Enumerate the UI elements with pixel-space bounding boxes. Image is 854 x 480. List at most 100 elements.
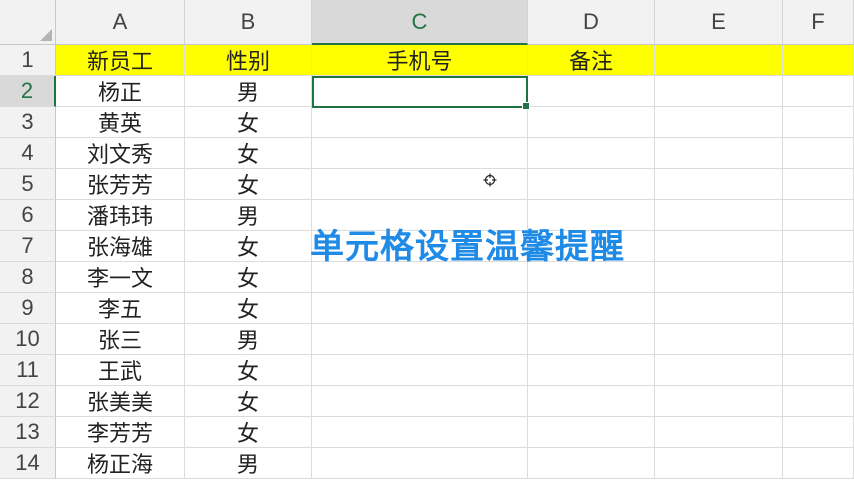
cell-b9[interactable]: 女 <box>185 293 312 324</box>
cell-d1[interactable]: 备注 <box>528 45 655 76</box>
row-header-4[interactable]: 4 <box>0 138 56 169</box>
cell-c14[interactable] <box>312 448 528 479</box>
cell-c3[interactable] <box>312 107 528 138</box>
column-header-b[interactable]: B <box>185 0 312 45</box>
row-header-1[interactable]: 1 <box>0 45 56 76</box>
cell-d9[interactable] <box>528 293 655 324</box>
cell-c13[interactable] <box>312 417 528 448</box>
cell-d3[interactable] <box>528 107 655 138</box>
cell-d5[interactable] <box>528 169 655 200</box>
active-cell-outline[interactable] <box>312 76 530 110</box>
column-header-a[interactable]: A <box>56 0 185 45</box>
cell-e13[interactable] <box>655 417 783 448</box>
cell-b8[interactable]: 女 <box>185 262 312 293</box>
cell-b3[interactable]: 女 <box>185 107 312 138</box>
row-header-9[interactable]: 9 <box>0 293 56 324</box>
cell-e7[interactable] <box>655 231 783 262</box>
cell-f12[interactable] <box>783 386 854 417</box>
cell-d13[interactable] <box>528 417 655 448</box>
column-header-c[interactable]: C <box>312 0 528 45</box>
cell-a7[interactable]: 张海雄 <box>56 231 185 262</box>
cell-f4[interactable] <box>783 138 854 169</box>
cell-a2[interactable]: 杨正 <box>56 76 185 107</box>
cell-f10[interactable] <box>783 324 854 355</box>
cell-e9[interactable] <box>655 293 783 324</box>
cell-b6[interactable]: 男 <box>185 200 312 231</box>
cell-f7[interactable] <box>783 231 854 262</box>
cell-b4[interactable]: 女 <box>185 138 312 169</box>
cell-e14[interactable] <box>655 448 783 479</box>
row-header-14[interactable]: 14 <box>0 448 56 479</box>
cell-f5[interactable] <box>783 169 854 200</box>
cell-f3[interactable] <box>783 107 854 138</box>
cell-d4[interactable] <box>528 138 655 169</box>
column-header-d[interactable]: D <box>528 0 655 45</box>
cell-b10[interactable]: 男 <box>185 324 312 355</box>
cell-e6[interactable] <box>655 200 783 231</box>
cell-e11[interactable] <box>655 355 783 386</box>
row-header-10[interactable]: 10 <box>0 324 56 355</box>
row-header-6[interactable]: 6 <box>0 200 56 231</box>
cell-a9[interactable]: 李五 <box>56 293 185 324</box>
cell-a10[interactable]: 张三 <box>56 324 185 355</box>
cell-a8[interactable]: 李一文 <box>56 262 185 293</box>
cell-e5[interactable] <box>655 169 783 200</box>
select-all-corner[interactable] <box>0 0 56 45</box>
cell-a14[interactable]: 杨正海 <box>56 448 185 479</box>
cell-b13[interactable]: 女 <box>185 417 312 448</box>
cell-a6[interactable]: 潘玮玮 <box>56 200 185 231</box>
cell-c11[interactable] <box>312 355 528 386</box>
cell-a5[interactable]: 张芳芳 <box>56 169 185 200</box>
cell-e2[interactable] <box>655 76 783 107</box>
cell-a13[interactable]: 李芳芳 <box>56 417 185 448</box>
cell-a4[interactable]: 刘文秀 <box>56 138 185 169</box>
cell-f9[interactable] <box>783 293 854 324</box>
row-header-12[interactable]: 12 <box>0 386 56 417</box>
cell-c10[interactable] <box>312 324 528 355</box>
cell-e1[interactable] <box>655 45 783 76</box>
cell-b7[interactable]: 女 <box>185 231 312 262</box>
cell-b1[interactable]: 性别 <box>185 45 312 76</box>
column-header-f[interactable]: F <box>783 0 854 45</box>
cell-e12[interactable] <box>655 386 783 417</box>
cell-f14[interactable] <box>783 448 854 479</box>
row-header-2[interactable]: 2 <box>0 76 56 107</box>
cell-c12[interactable] <box>312 386 528 417</box>
cell-a11[interactable]: 王武 <box>56 355 185 386</box>
row-header-7[interactable]: 7 <box>0 231 56 262</box>
cell-d2[interactable] <box>528 76 655 107</box>
row-header-11[interactable]: 11 <box>0 355 56 386</box>
row-header-3[interactable]: 3 <box>0 107 56 138</box>
cell-f6[interactable] <box>783 200 854 231</box>
cell-e10[interactable] <box>655 324 783 355</box>
cell-a3[interactable]: 黄英 <box>56 107 185 138</box>
cell-e4[interactable] <box>655 138 783 169</box>
row-header-5[interactable]: 5 <box>0 169 56 200</box>
cell-c4[interactable] <box>312 138 528 169</box>
cell-d10[interactable] <box>528 324 655 355</box>
cell-f11[interactable] <box>783 355 854 386</box>
cell-a12[interactable]: 张美美 <box>56 386 185 417</box>
cell-d12[interactable] <box>528 386 655 417</box>
row-header-8[interactable]: 8 <box>0 262 56 293</box>
cell-f8[interactable] <box>783 262 854 293</box>
cell-b14[interactable]: 男 <box>185 448 312 479</box>
column-header-e[interactable]: E <box>655 0 783 45</box>
cell-b2[interactable]: 男 <box>185 76 312 107</box>
cell-b5[interactable]: 女 <box>185 169 312 200</box>
cell-cursor-icon <box>483 173 497 187</box>
cell-a1[interactable]: 新员工 <box>56 45 185 76</box>
video-caption: 单元格设置温馨提醒 <box>310 227 625 267</box>
row-header-13[interactable]: 13 <box>0 417 56 448</box>
cell-f13[interactable] <box>783 417 854 448</box>
cell-c1[interactable]: 手机号 <box>312 45 528 76</box>
cell-e8[interactable] <box>655 262 783 293</box>
cell-b11[interactable]: 女 <box>185 355 312 386</box>
cell-b12[interactable]: 女 <box>185 386 312 417</box>
cell-d14[interactable] <box>528 448 655 479</box>
cell-e3[interactable] <box>655 107 783 138</box>
cell-d11[interactable] <box>528 355 655 386</box>
cell-f2[interactable] <box>783 76 854 107</box>
cell-f1[interactable] <box>783 45 854 76</box>
cell-c9[interactable] <box>312 293 528 324</box>
